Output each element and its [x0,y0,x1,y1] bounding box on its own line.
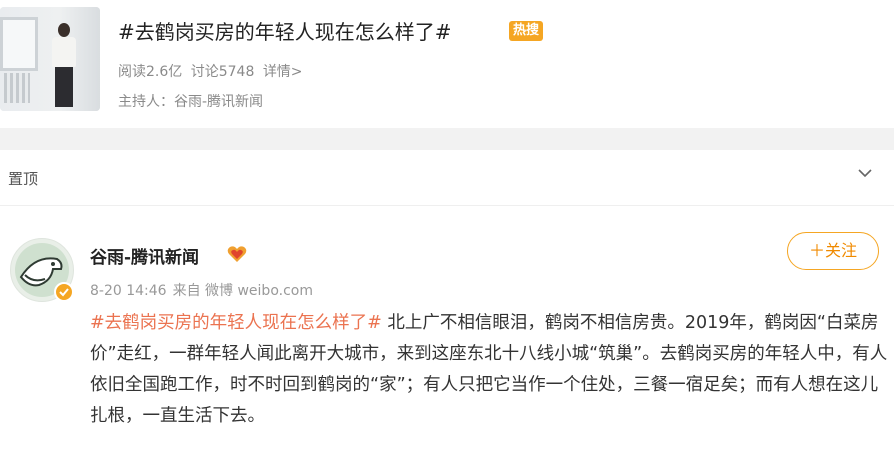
discussion-count: 讨论5748 [190,64,255,80]
verified-icon [54,282,74,302]
host-name[interactable]: 谷雨-腾讯新闻 [174,94,263,110]
topic-cover-image[interactable] [0,7,100,111]
topic-host: 主持人：谷雨-腾讯新闻 [118,91,263,111]
hot-search-badge: 热搜 [509,21,544,41]
post-body: #去鹤岗买房的年轻人现在怎么样了# 北上广不相信眼泪，鹤岗不相信房贵。2019年… [90,308,890,432]
details-link[interactable]: 详情> [263,64,303,80]
section-divider [0,128,894,150]
chevron-down-icon[interactable] [858,166,872,180]
read-count: 阅读2.6亿 [118,64,183,80]
verified-check-icon [59,288,69,297]
topic-stats: 阅读2.6亿 讨论5748 详情> [118,61,307,81]
topic-title: #去鹤岗买房的年轻人现在怎么样了# [118,20,452,44]
cover-person-legs [55,67,73,107]
follow-button[interactable]: ＋关注 [787,232,879,270]
author-name[interactable]: 谷雨-腾讯新闻 [90,243,199,268]
post-meta: 8-20 14:46 来自 微博 weibo.com [90,280,319,300]
cover-person-body [52,37,76,67]
pinned-bar[interactable]: 置顶 [0,150,894,206]
cover-window [0,17,38,71]
pinned-label: 置顶 [8,170,39,188]
cover-radiator [4,73,30,103]
heart-badge-icon [227,246,247,262]
topic-header: #去鹤岗买房的年轻人现在怎么样了# 热搜 阅读2.6亿 讨论5748 详情> 主… [0,0,894,128]
post-hashtag[interactable]: #去鹤岗买房的年轻人现在怎么样了# [90,313,382,333]
post-source: 来自 微博 weibo.com [172,283,313,299]
post-timestamp[interactable]: 8-20 14:46 [90,283,167,299]
cover-person-head [58,23,70,37]
host-label: 主持人： [118,94,174,110]
